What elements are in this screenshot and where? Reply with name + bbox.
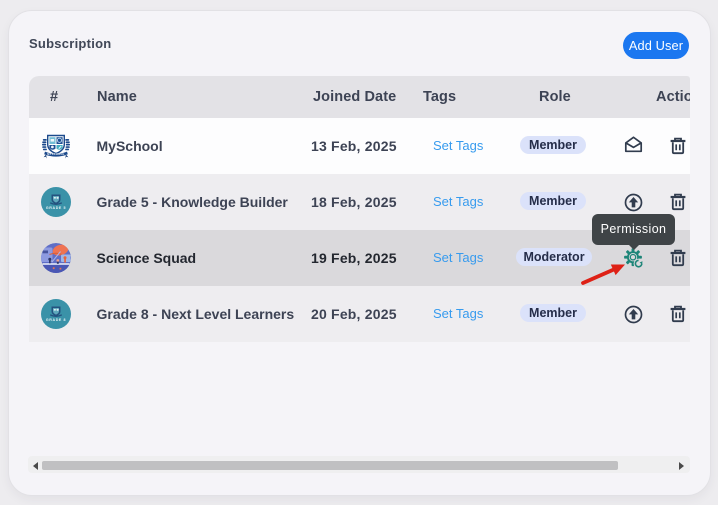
svg-text:GRADE 8: GRADE 8 bbox=[46, 318, 66, 322]
svg-text:GRADE 5: GRADE 5 bbox=[46, 206, 66, 210]
svg-text:MYSCHOOL: MYSCHOOL bbox=[47, 152, 65, 156]
